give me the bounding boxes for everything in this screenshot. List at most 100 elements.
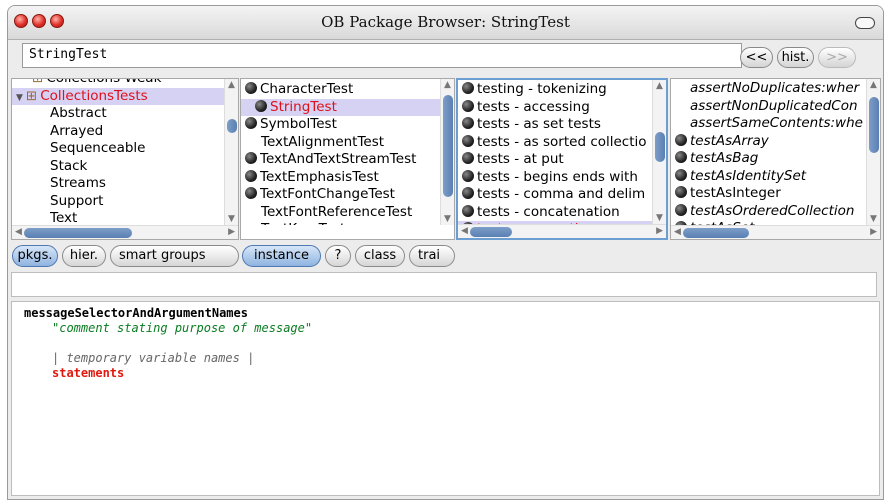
package-row[interactable]: Streams bbox=[12, 175, 224, 193]
title-bar[interactable]: OB Package Browser: StringTest bbox=[8, 6, 883, 40]
inheritance-dot-icon bbox=[462, 82, 474, 94]
scroll-right-icon[interactable]: ▶ bbox=[228, 227, 235, 237]
class-row[interactable]: TextFontChangeTest bbox=[241, 186, 440, 204]
protocol-row[interactable]: tests - as set tests bbox=[458, 116, 652, 134]
help-button[interactable]: ? bbox=[325, 245, 351, 267]
class-row[interactable]: TextAlignmentTest bbox=[241, 134, 440, 152]
package-row[interactable]: ▼ ⊞ CollectionsTests bbox=[12, 87, 224, 105]
back-button[interactable]: << bbox=[740, 47, 773, 68]
scroll-down-icon[interactable]: ▼ bbox=[656, 213, 663, 223]
protocol-row[interactable]: tests - begins ends with bbox=[458, 169, 652, 187]
protocols-pane[interactable]: testing - tokenizing tests - accessing tes… bbox=[456, 78, 668, 240]
method-row[interactable]: testAsOrderedCollection bbox=[671, 203, 866, 221]
scroll-down-icon[interactable]: ▼ bbox=[228, 214, 235, 224]
protocol-row[interactable]: tests - accessing bbox=[458, 99, 652, 117]
method-row[interactable]: testAsBag bbox=[671, 150, 866, 168]
method-row-label: testAsArray bbox=[690, 132, 769, 149]
packages-vscrollbar[interactable]: ▲ ▼ bbox=[224, 79, 238, 225]
method-row[interactable]: assertSameContents:whe bbox=[671, 115, 866, 133]
window-title: OB Package Browser: StringTest bbox=[321, 13, 570, 31]
traits-button[interactable]: trai bbox=[409, 245, 455, 267]
protocol-row-label: tests - as set tests bbox=[477, 116, 601, 132]
protocol-row[interactable]: tests - as sorted collectio bbox=[458, 134, 652, 152]
method-row-label: assertSameContents:whe bbox=[690, 115, 863, 131]
scroll-thumb[interactable] bbox=[24, 228, 132, 238]
package-row[interactable]: Text bbox=[12, 210, 224, 225]
protocols-hscrollbar[interactable]: ◀ ▶ bbox=[458, 224, 666, 238]
package-row-label: Support bbox=[50, 192, 104, 209]
classes-vscrollbar[interactable]: ▲ ▼ bbox=[440, 79, 454, 225]
scroll-right-icon[interactable]: ▶ bbox=[656, 226, 663, 236]
class-search-input[interactable]: StringTest bbox=[22, 43, 742, 68]
scroll-up-icon[interactable]: ▲ bbox=[656, 81, 663, 91]
protocols-vscrollbar[interactable]: ▲ ▼ bbox=[652, 80, 666, 224]
scroll-down-icon[interactable]: ▼ bbox=[444, 214, 451, 224]
class-row-label: TextKernTest bbox=[261, 221, 345, 225]
protocol-row[interactable]: tests - concatenation bbox=[458, 204, 652, 222]
class-row[interactable]: TextAndTextStreamTest bbox=[241, 151, 440, 169]
scroll-thumb[interactable] bbox=[443, 95, 453, 197]
inheritance-dot-icon bbox=[255, 99, 267, 112]
scroll-right-icon[interactable]: ▶ bbox=[870, 227, 877, 237]
package-row-label: Streams bbox=[50, 175, 106, 191]
scroll-up-icon[interactable]: ▲ bbox=[228, 80, 235, 90]
scroll-thumb[interactable] bbox=[655, 132, 665, 162]
packages-hscrollbar[interactable]: ◀ ▶ bbox=[12, 225, 238, 239]
inheritance-dot-icon bbox=[462, 187, 474, 199]
class-row[interactable]: TextEmphasisTest bbox=[241, 169, 440, 187]
package-row[interactable]: Arrayed bbox=[12, 123, 224, 141]
smart-groups-button[interactable]: smart groups bbox=[110, 245, 239, 267]
protocol-row[interactable]: testing - tokenizing bbox=[458, 81, 652, 99]
scroll-thumb[interactable] bbox=[869, 97, 879, 153]
scroll-down-icon[interactable]: ▼ bbox=[870, 214, 877, 224]
methods-pane[interactable]: assertNoDuplicates:wher assertNonDuplicat… bbox=[670, 78, 881, 240]
method-row[interactable]: testAsArray bbox=[671, 133, 866, 151]
packages-pane[interactable]: ⊞ Collections-Weak ▼ ⊞ CollectionsTests Abstr… bbox=[11, 78, 239, 240]
class-row[interactable]: StringTest bbox=[241, 98, 440, 116]
class-row-label: TextEmphasisTest bbox=[260, 168, 379, 185]
method-row-label: assertNonDuplicatedCon bbox=[690, 97, 858, 114]
method-row[interactable]: testAsInteger bbox=[671, 185, 866, 203]
expand-triangle-icon[interactable]: ▼ bbox=[16, 93, 23, 103]
scroll-left-icon[interactable]: ◀ bbox=[461, 226, 468, 236]
protocol-row[interactable]: tests - at put bbox=[458, 151, 652, 169]
package-row[interactable]: Stack bbox=[12, 158, 224, 176]
methods-list[interactable]: assertNoDuplicates:wher assertNonDuplicat… bbox=[671, 80, 866, 225]
class-side-button[interactable]: class bbox=[355, 245, 405, 267]
scroll-left-icon[interactable]: ◀ bbox=[15, 227, 22, 237]
package-row[interactable]: ⊞ Collections-Weak bbox=[12, 79, 224, 88]
history-button[interactable]: hist. bbox=[777, 47, 814, 68]
scroll-thumb[interactable] bbox=[227, 119, 237, 133]
scroll-left-icon[interactable]: ◀ bbox=[674, 227, 681, 237]
scroll-thumb[interactable] bbox=[470, 227, 512, 237]
inheritance-dot-icon bbox=[675, 151, 687, 163]
scroll-up-icon[interactable]: ▲ bbox=[870, 80, 877, 90]
hierarchy-mode-button[interactable]: hier. bbox=[62, 245, 106, 267]
code-editor[interactable]: messageSelectorAndArgumentNames "comment… bbox=[11, 301, 880, 496]
protocols-list[interactable]: testing - tokenizing tests - accessing tes… bbox=[458, 81, 652, 224]
scroll-up-icon[interactable]: ▲ bbox=[444, 80, 451, 90]
method-row-label: testAsInteger bbox=[690, 185, 781, 201]
protocol-row[interactable]: tests - comma and delim bbox=[458, 186, 652, 204]
method-row-label: testAsIdentitySet bbox=[690, 167, 807, 184]
class-row[interactable]: TextKernTest bbox=[241, 221, 440, 225]
method-row[interactable]: assertNonDuplicatedCon bbox=[671, 98, 866, 116]
classes-pane[interactable]: CharacterTest StringTest SymbolTest TextAli… bbox=[240, 78, 455, 240]
class-row[interactable]: TextFontReferenceTest bbox=[241, 204, 440, 222]
package-row[interactable]: Support bbox=[12, 193, 224, 211]
methods-hscrollbar[interactable]: ◀ ▶ bbox=[671, 225, 880, 239]
class-row[interactable]: SymbolTest bbox=[241, 116, 440, 134]
instance-side-button[interactable]: instance bbox=[242, 245, 321, 267]
package-row[interactable]: Abstract bbox=[12, 105, 224, 123]
methods-vscrollbar[interactable]: ▲ ▼ bbox=[866, 79, 880, 225]
packages-mode-button[interactable]: pkgs. bbox=[12, 245, 58, 267]
classes-list[interactable]: CharacterTest StringTest SymbolTest TextAli… bbox=[241, 81, 440, 225]
package-row[interactable]: Sequenceable bbox=[12, 140, 224, 158]
method-row[interactable]: assertNoDuplicates:wher bbox=[671, 80, 866, 98]
collapse-toolbar-icon[interactable] bbox=[855, 17, 875, 29]
method-row[interactable]: testAsIdentitySet bbox=[671, 168, 866, 186]
packages-list[interactable]: ⊞ Collections-Weak ▼ ⊞ CollectionsTests Abstr… bbox=[12, 79, 224, 225]
scroll-thumb[interactable] bbox=[683, 228, 749, 238]
forward-button[interactable]: >> bbox=[818, 47, 856, 68]
class-row[interactable]: CharacterTest bbox=[241, 81, 440, 99]
